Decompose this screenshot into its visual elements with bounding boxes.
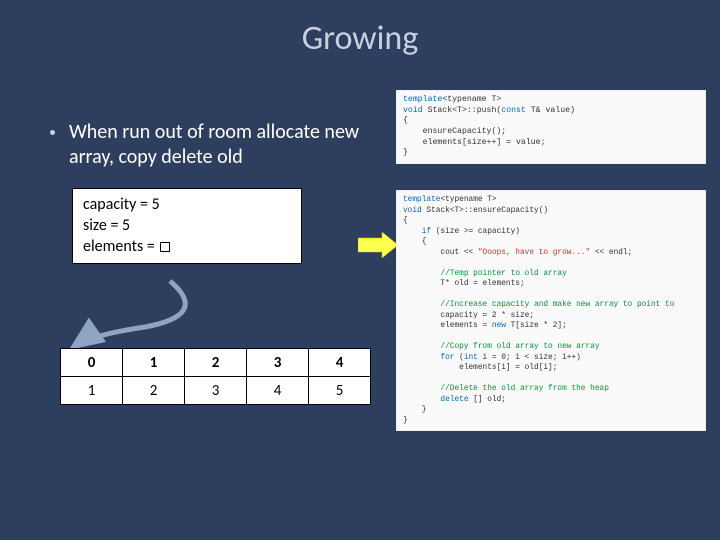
idx-cell: 2	[185, 349, 247, 377]
bullet-text: When run out of room allocate new array,…	[69, 120, 390, 170]
val-cell: 1	[61, 377, 123, 405]
elements-line: elements =	[83, 237, 291, 258]
val-cell: 2	[123, 377, 185, 405]
pointer-box-icon	[160, 242, 170, 252]
val-cell: 5	[309, 377, 371, 405]
idx-cell: 3	[247, 349, 309, 377]
slide-title: Growing	[0, 0, 720, 67]
left-column: When run out of room allocate new array,…	[50, 120, 390, 264]
val-cell: 4	[247, 377, 309, 405]
bullet-item: When run out of room allocate new array,…	[50, 120, 390, 170]
value-row: 1 2 3 4 5	[61, 377, 371, 405]
state-box: capacity = 5 size = 5 elements =	[72, 188, 302, 264]
idx-cell: 0	[61, 349, 123, 377]
idx-cell: 1	[123, 349, 185, 377]
bullet-dot-icon	[50, 130, 55, 135]
code-push-snippet: template<typename T> void Stack<T>::push…	[396, 90, 706, 164]
highlight-arrow-icon	[358, 232, 398, 258]
index-row: 0 1 2 3 4	[61, 349, 371, 377]
capacity-line: capacity = 5	[83, 195, 291, 216]
size-line: size = 5	[83, 216, 291, 237]
array-table: 0 1 2 3 4 1 2 3 4 5	[60, 348, 371, 405]
val-cell: 3	[185, 377, 247, 405]
pointer-arrow-icon	[55, 275, 255, 350]
code-ensure-snippet: template<typename T> void Stack<T>::ensu…	[396, 190, 706, 431]
idx-cell: 4	[309, 349, 371, 377]
